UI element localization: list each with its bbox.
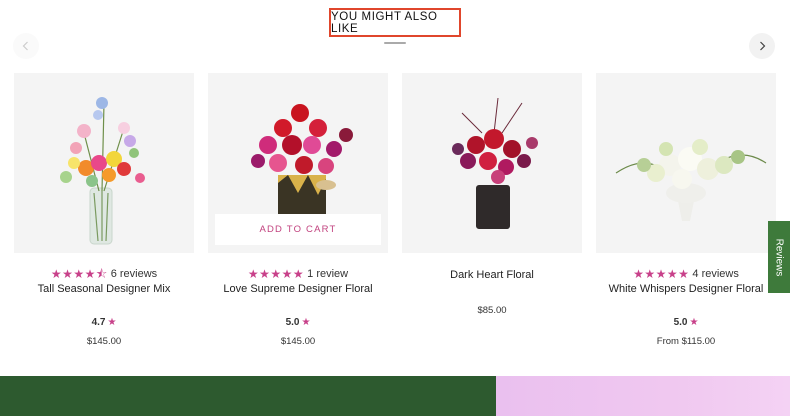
rating-stars: ★★★★⯪ [50, 267, 108, 281]
reviews-tab-label: Reviews [773, 238, 785, 276]
star-icon: ★ [689, 317, 699, 328]
carousel-prev-button[interactable] [13, 33, 39, 59]
carousel-next-button[interactable] [749, 33, 775, 59]
product-image[interactable] [14, 73, 194, 253]
product-card[interactable]: ★★★★★ 4 reviews White Whispers Designer … [596, 73, 776, 347]
product-price: $145.00 [280, 336, 316, 347]
chevron-left-icon [22, 41, 28, 51]
rating-score: 5.0 ★ [285, 317, 311, 328]
review-count[interactable]: 4 reviews [692, 268, 738, 280]
product-price: $85.00 [477, 305, 507, 316]
product-name[interactable]: Tall Seasonal Designer Mix [14, 283, 194, 295]
product-price: From $115.00 [656, 336, 716, 347]
chevron-right-icon [760, 41, 766, 51]
product-card[interactable]: ADD TO CART ★★★★★ 1 review Love Supreme … [208, 73, 388, 347]
rating-stars: ★★★★★ [633, 267, 690, 281]
footer-pink-panel [496, 376, 790, 416]
rating-stars: ★★★★★ [247, 267, 305, 281]
reviews-tab-button[interactable]: Reviews [768, 221, 790, 293]
review-count[interactable]: 1 review [307, 268, 348, 280]
product-name[interactable]: Dark Heart Floral [402, 269, 582, 281]
product-image[interactable] [596, 73, 776, 253]
star-icon: ★ [301, 317, 311, 328]
rating-row: ★★★★⯪ 6 reviews [14, 267, 194, 281]
rating-score: 5.0 ★ [673, 317, 699, 328]
product-name[interactable]: White Whispers Designer Floral [596, 283, 776, 295]
rating-row: ★★★★★ 4 reviews [596, 267, 776, 281]
section-title-text: YOU MIGHT ALSO LIKE [331, 10, 438, 35]
footer-green-panel [0, 376, 496, 416]
section-title: YOU MIGHT ALSO LIKE [329, 8, 461, 37]
add-to-cart-button[interactable]: ADD TO CART [215, 214, 381, 245]
review-count[interactable]: 6 reviews [111, 268, 157, 280]
product-image[interactable]: ADD TO CART [208, 73, 388, 253]
star-icon: ★ [107, 317, 117, 328]
product-card[interactable]: ★★★★⯪ 6 reviews Tall Seasonal Designer M… [14, 73, 194, 347]
product-image[interactable] [402, 73, 582, 253]
rating-score: 4.7 ★ [91, 317, 117, 328]
title-underline [384, 42, 406, 44]
product-card[interactable]: Dark Heart Floral $85.00 [402, 73, 582, 316]
product-price: $145.00 [86, 336, 122, 347]
product-name[interactable]: Love Supreme Designer Floral [208, 283, 388, 295]
rating-row: ★★★★★ 1 review [208, 267, 388, 281]
